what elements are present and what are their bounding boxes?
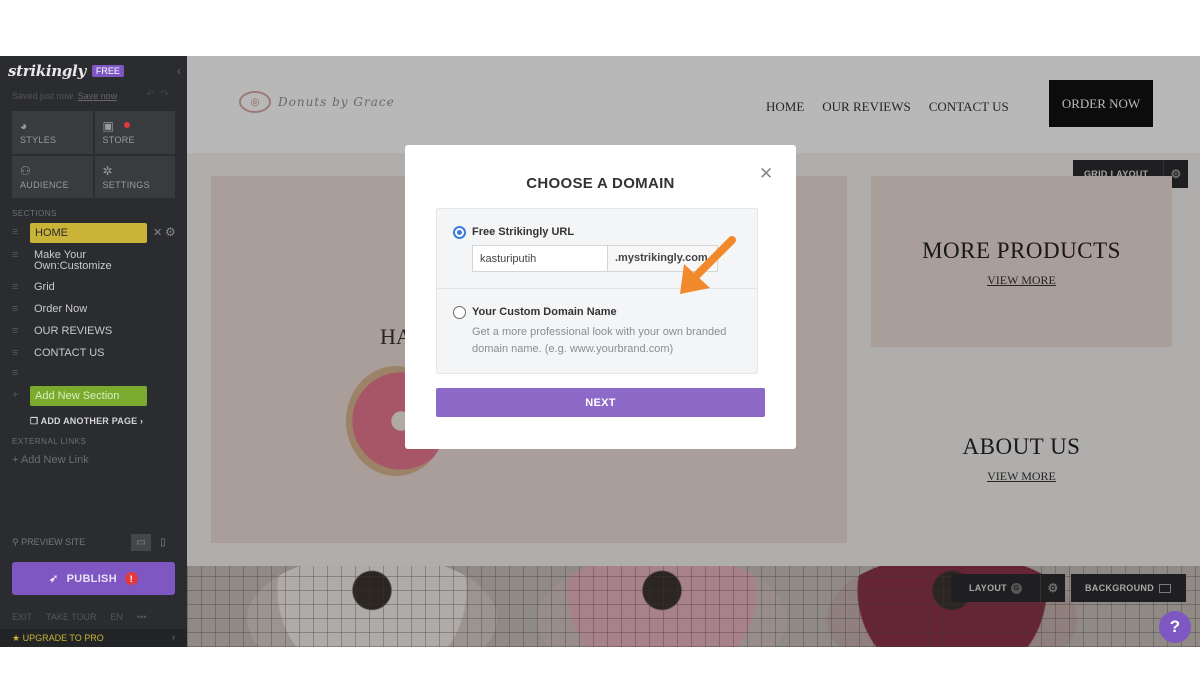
preview-site-button[interactable]: ⚲ PREVIEW SITE (12, 537, 85, 548)
drag-handle-icon[interactable]: ≡ (12, 227, 26, 238)
notification-dot (123, 122, 130, 128)
editor-sidebar: strikingly FREE ‹ Saved just now. Save n… (0, 56, 187, 647)
save-status: Saved just now. Save now (12, 91, 118, 101)
free-url-radio[interactable] (453, 226, 466, 239)
custom-domain-label[interactable]: Your Custom Domain Name (472, 306, 617, 318)
alert-icon: ! (124, 572, 138, 585)
external-links-heading: EXTERNAL LINKS (12, 437, 87, 446)
chevron-right-icon: › (140, 416, 144, 426)
search-icon: ⚲ (12, 537, 22, 547)
save-now-link[interactable]: Save now (78, 91, 118, 101)
rocket-icon: ➶ (49, 573, 59, 585)
desktop-icon[interactable]: ▭ (131, 534, 151, 551)
tile-styles[interactable]: ◕ STYLES (12, 111, 93, 154)
section-item-contact[interactable]: ≡ CONTACT US (12, 348, 177, 359)
add-new-link-button[interactable]: + Add New Link (12, 454, 89, 466)
custom-domain-description: Get a more professional look with your o… (472, 326, 727, 355)
collapse-sidebar-icon[interactable]: ‹ (177, 64, 181, 78)
section-item-order-now[interactable]: ≡ Order Now (12, 304, 177, 315)
device-toggle: ▭ ▯ (131, 534, 173, 551)
custom-domain-radio[interactable] (453, 306, 466, 319)
palette-icon: ◕ (20, 119, 28, 133)
sidebar-footer: EXIT TAKE TOUR EN ••• (12, 612, 177, 622)
upgrade-to-pro-button[interactable]: ★ UPGRADE TO PRO › (0, 629, 187, 647)
free-url-label[interactable]: Free Strikingly URL (472, 226, 574, 238)
drag-handle-icon[interactable]: ≡ (12, 368, 26, 379)
drag-handle-icon[interactable]: ≡ (12, 348, 26, 359)
plan-badge: FREE (91, 65, 124, 77)
mobile-icon[interactable]: ▯ (153, 534, 173, 551)
subdomain-input[interactable] (472, 245, 608, 272)
undo-redo-icons[interactable]: ↶↷ (146, 89, 175, 100)
exit-link[interactable]: EXIT (12, 612, 32, 622)
page-icon: ❐ (30, 416, 41, 426)
close-icon[interactable]: ✕ (153, 226, 162, 239)
section-item-customize[interactable]: ≡ Make Your Own:Customize (12, 250, 177, 272)
choose-domain-dialog: ✕ CHOOSE A DOMAIN Free Strikingly URL .m… (405, 145, 796, 449)
annotation-arrow-icon (680, 236, 736, 294)
drag-handle-icon[interactable]: ≡ (12, 304, 26, 315)
sections-heading: SECTIONS (12, 209, 57, 218)
add-another-page-button[interactable]: ❐ ADD ANOTHER PAGE › (30, 416, 143, 427)
take-tour-link[interactable]: TAKE TOUR (46, 612, 97, 622)
plus-icon: + (12, 389, 19, 401)
add-new-section-button[interactable]: Add New Section (30, 386, 147, 406)
help-button[interactable]: ? (1159, 611, 1191, 643)
people-icon: ⚇ (20, 163, 32, 178)
dialog-title: CHOOSE A DOMAIN (526, 175, 675, 192)
bag-icon: ▣ (102, 119, 115, 133)
next-button[interactable]: NEXT (436, 388, 765, 417)
star-icon: ★ (12, 633, 23, 643)
drag-handle-icon[interactable]: ≡ (12, 282, 26, 293)
section-item-empty[interactable]: ≡ (12, 368, 177, 379)
tile-audience[interactable]: ⚇ AUDIENCE (12, 155, 93, 198)
tile-settings[interactable]: ✲ SETTINGS (94, 155, 175, 198)
chevron-right-icon: › (172, 632, 175, 642)
brand-bar: strikingly FREE (8, 62, 124, 80)
more-icon[interactable]: ••• (137, 612, 146, 622)
section-item-grid[interactable]: ≡ Grid (12, 282, 177, 293)
gear-icon: ✲ (102, 163, 113, 178)
tile-store[interactable]: ▣ STORE (94, 111, 175, 154)
drag-handle-icon[interactable]: ≡ (12, 326, 26, 337)
plus-icon: + (12, 454, 21, 466)
brand-logo: strikingly (8, 62, 86, 80)
settings-tiles: ◕ STYLES ▣ STORE ⚇ AUDIENCE ✲ SETTINGS (12, 111, 175, 198)
publish-button[interactable]: ➶ PUBLISH ! (12, 562, 175, 595)
section-item-reviews[interactable]: ≡ OUR REVIEWS (12, 326, 177, 337)
drag-handle-icon[interactable]: ≡ (12, 250, 26, 261)
section-gear-icon[interactable]: ⚙ (165, 225, 176, 239)
language-link[interactable]: EN (111, 612, 124, 622)
section-home-label[interactable]: HOME (30, 223, 147, 243)
